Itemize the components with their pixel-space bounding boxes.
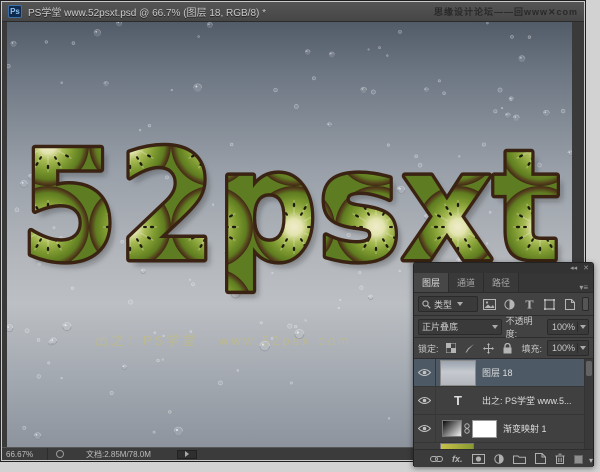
close-panel-icon[interactable]: ✕ [583,265,589,272]
eye-icon [418,424,431,433]
search-icon [422,300,431,309]
layers-panel: ◂◂ ✕ 图层 通道 路径 ▾≡ 类型 [413,262,594,466]
layer-name[interactable]: 图层 18 [482,366,513,379]
forum-watermark: 思缘设计论坛——回www✕com [434,5,578,18]
layer-filter-row: 类型 T [414,293,593,316]
layers-scrollbar[interactable] [584,359,593,449]
fill-field[interactable]: 100% [547,340,589,356]
opacity-field[interactable]: 100% [547,319,589,335]
filter-toggle-switch[interactable] [582,297,589,311]
document-size-info: 文档:2.85M/78.0M [86,449,151,460]
move-icon [483,343,494,354]
checkerboard-icon [446,343,456,353]
field-divider [577,343,578,353]
lock-row: 锁定: 填充: [414,338,593,359]
eye-icon [418,396,431,405]
blend-mode-dropdown[interactable]: 正片叠底 [418,319,502,335]
collapse-panel-icon[interactable]: ◂◂ [570,265,577,272]
eye-icon [418,368,431,377]
text-layer-icon[interactable]: T [440,393,476,408]
shape-icon [544,299,555,310]
scrollbar-thumb[interactable] [586,361,592,376]
panel-tabs: 图层 通道 路径 ▾≡ [414,274,593,293]
new-adjustment-layer-icon[interactable] [494,454,504,464]
lock-icon [503,343,512,354]
new-group-icon[interactable] [513,454,526,464]
visibility-cell[interactable] [414,359,436,386]
document-title: PS学堂 www.52psxt.psd @ 66.7% (图层 18, RGB/… [28,4,266,19]
filter-kind-dropdown[interactable]: 类型 [418,296,478,312]
scroll-down-icon[interactable]: ▾ [589,457,593,465]
filter-shape-layers-button[interactable] [541,296,558,312]
gradient-map-thumbnail[interactable] [442,420,462,437]
tab-channels[interactable]: 通道 [449,273,484,292]
lock-pixels-button[interactable] [463,340,477,356]
add-layer-mask-icon[interactable] [472,454,485,464]
panel-bottom-bar: fx. [414,449,593,467]
chevron-down-icon [580,325,586,329]
opacity-label: 不透明度: [506,314,543,340]
scrollbar-corner[interactable] [574,455,583,464]
layers-list: 图层 18 T 出之: PS学堂 www.5... [414,359,593,449]
title-bar[interactable]: Ps PS学堂 www.52psxt.psd @ 66.7% (图层 18, R… [2,2,584,22]
svg-text:T: T [525,299,534,310]
tab-paths[interactable]: 路径 [484,273,519,292]
lock-position-button[interactable] [482,340,496,356]
filter-adjustment-layers-button[interactable] [501,296,518,312]
adjustment-icon [504,299,515,310]
tab-layers[interactable]: 图层 [414,273,449,292]
link-layers-icon[interactable] [430,455,443,463]
layer-row-text[interactable]: T 出之: PS学堂 www.5... [414,387,593,415]
layer-row-gradient-map[interactable]: 渐变映射 1 [414,415,593,443]
fill-value: 100% [552,343,575,353]
filter-pixel-layers-button[interactable] [481,296,498,312]
delete-layer-icon[interactable] [555,453,565,464]
link-mask-icon [464,423,470,434]
panel-menu-icon[interactable]: ▾≡ [579,283,593,292]
status-options-button[interactable] [177,450,197,459]
filter-kind-label: 类型 [434,298,452,311]
chevron-down-icon [457,302,463,306]
brush-icon [464,343,475,354]
blend-mode-row: 正片叠底 不透明度: 100% [414,316,593,338]
type-icon: T [524,299,535,310]
photoshop-app-icon: Ps [8,5,22,18]
visibility-cell[interactable] [414,387,436,414]
field-divider [577,322,578,332]
chevron-down-icon [492,325,498,329]
status-scrub-icon [56,450,64,458]
new-layer-icon[interactable] [535,453,546,464]
blend-mode-value: 正片叠底 [422,320,458,333]
visibility-cell[interactable] [414,415,436,442]
lock-all-button[interactable] [501,340,515,356]
opacity-value: 100% [552,322,575,332]
canvas-watermark: 出之：PS学堂 · www.52psx.com [95,330,352,349]
fill-label: 填充: [521,342,542,355]
smart-object-icon [565,299,575,310]
filter-type-layers-button[interactable]: T [521,296,538,312]
filter-smart-objects-button[interactable] [561,296,578,312]
layer-style-icon[interactable]: fx. [452,454,463,464]
layer-mask-thumbnail[interactable] [472,420,497,438]
zoom-level-field[interactable]: 66.67% [2,448,48,460]
lock-label: 锁定: [418,342,439,355]
lock-transparency-button[interactable] [444,340,458,356]
layer-name[interactable]: 出之: PS学堂 www.5... [482,394,572,407]
layer-name[interactable]: 渐变映射 1 [503,422,547,435]
partial-layer-thumbnail[interactable] [440,443,474,449]
chevron-down-icon [580,346,586,350]
image-icon [483,299,496,310]
layer-row-image[interactable]: 图层 18 [414,359,593,387]
layer-thumbnail[interactable] [440,360,476,386]
